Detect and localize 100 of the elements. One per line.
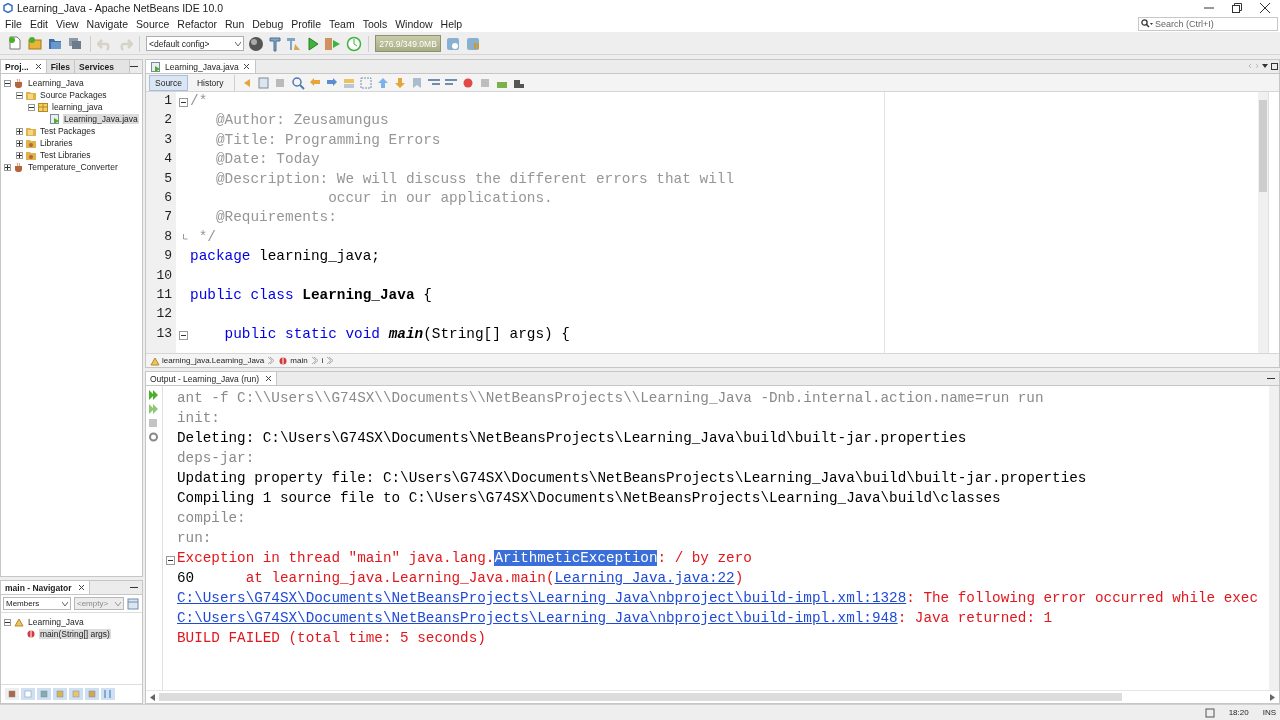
output-line: C:\Users\G74SX\Documents\NetBeansProjects\Learning_Java\nbproject\build-impl.xml:948: Java returned: 1 — [177, 610, 1054, 628]
expand-toggle[interactable] — [16, 91, 23, 99]
line-number: 1 — [163, 93, 173, 110]
expand-toggle[interactable] — [4, 163, 11, 171]
library-icon — [26, 150, 36, 160]
menu-item[interactable]: Tools — [359, 17, 393, 30]
menu-item[interactable]: Edit — [26, 17, 53, 30]
fold-icon[interactable] — [178, 330, 188, 340]
menu-item[interactable]: Debug — [249, 17, 289, 30]
panel-tab[interactable]: Proj... — [1, 60, 47, 73]
output-line: Compiling 1 source file to C:\Users\G74SX\Documents\NetBeansProjects\Learning_Java\build\classes — [177, 490, 1002, 508]
sort-icon[interactable] — [101, 688, 115, 700]
expand-toggle[interactable] — [4, 618, 11, 626]
tree-item[interactable]: Learning_Java — [27, 617, 85, 627]
output-tab[interactable]: Output - Learning_Java (run) — [146, 372, 278, 385]
expand-toggle[interactable] — [16, 151, 23, 159]
hammer-icon[interactable] — [268, 35, 282, 52]
cursor-position: 18:20 — [1228, 708, 1249, 717]
arrow-up-icon[interactable] — [376, 75, 391, 90]
code-line: @Requirements: — [214, 209, 338, 228]
menu-item[interactable]: Window — [392, 17, 438, 30]
run-icon[interactable] — [306, 35, 320, 52]
close-icon[interactable] — [34, 63, 42, 70]
menu-item[interactable]: Team — [326, 17, 360, 30]
tab-menu-icon[interactable] — [1249, 60, 1279, 72]
rerun-icon[interactable] — [148, 389, 159, 401]
plus-icon — [17, 128, 22, 134]
expand-toggle[interactable] — [16, 139, 23, 147]
new-project-icon[interactable] — [28, 35, 44, 52]
scroll-right-icon[interactable] — [1270, 693, 1275, 701]
window-icon[interactable] — [127, 597, 139, 610]
members-dropdown[interactable]: Members — [3, 597, 71, 610]
maximize-icon[interactable] — [1232, 2, 1242, 13]
rerun-icon[interactable] — [148, 403, 159, 415]
selection-icon[interactable] — [359, 75, 374, 90]
breadcrumb-item[interactable]: i — [321, 356, 324, 365]
hammer-broom-icon[interactable] — [286, 35, 302, 52]
scroll-left-icon[interactable] — [150, 693, 155, 701]
menu-item[interactable]: Profile — [288, 17, 326, 30]
stop-icon[interactable] — [148, 417, 159, 429]
config-dropdown[interactable]: <default config> — [146, 36, 244, 51]
coffee-cup-icon — [14, 162, 24, 172]
menu-item[interactable]: File — [2, 17, 27, 30]
globe-icon[interactable] — [248, 35, 264, 52]
folders-icon[interactable] — [68, 35, 84, 52]
tree-item[interactable]: Source Packages — [39, 90, 108, 100]
view-tab[interactable]: Source — [149, 74, 188, 91]
line-number: 3 — [163, 131, 173, 149]
arrow-down-icon[interactable] — [393, 75, 408, 90]
tree-item[interactable]: Temperature_Converter — [27, 162, 119, 172]
expand-toggle[interactable] — [16, 127, 23, 135]
search-field[interactable]: Search (Ctrl+I) — [1138, 16, 1278, 31]
expand-toggle[interactable] — [4, 79, 11, 87]
tree-item[interactable]: learning_java — [51, 102, 104, 112]
close-icon[interactable] — [77, 584, 85, 591]
fold-icon[interactable] — [165, 555, 175, 565]
editor-tab[interactable]: Learning_Java.java — [146, 60, 256, 73]
line-number: 11 — [155, 286, 173, 304]
navigator-tab[interactable]: main - Navigator — [1, 581, 90, 594]
close-tab-icon[interactable] — [242, 63, 250, 70]
breadcrumb-item[interactable]: learning_java.Learning_Java — [150, 355, 265, 366]
plus-icon — [17, 140, 22, 146]
square-icon[interactable] — [21, 688, 35, 700]
close-icon[interactable] — [1260, 2, 1270, 13]
profile-icon[interactable] — [346, 35, 362, 52]
tree-item[interactable]: Learning_Java.java — [63, 114, 139, 124]
close-icon[interactable] — [265, 375, 273, 382]
view-tab[interactable]: History — [190, 74, 230, 91]
document-icon[interactable] — [257, 75, 272, 90]
plus-icon — [5, 164, 10, 170]
line-number: 8 — [163, 228, 173, 246]
tree-item[interactable]: Libraries — [39, 138, 74, 148]
fold-icon[interactable] — [178, 98, 188, 108]
expand-toggle[interactable] — [28, 103, 35, 111]
panel-tab[interactable]: Files — [46, 60, 75, 73]
magnifier-icon[interactable] — [291, 75, 306, 90]
menu-item[interactable]: Navigate — [83, 17, 134, 30]
tree-item[interactable]: Learning_Java — [27, 78, 85, 88]
breadcrumb-item[interactable]: main — [278, 355, 308, 366]
vertical-scrollbar[interactable] — [1258, 92, 1268, 353]
pause-icon[interactable] — [465, 35, 481, 52]
code-line: @Description: We will discuss the different errors that will — [214, 170, 736, 189]
vertical-scrollbar[interactable] — [1269, 386, 1279, 690]
tree-item[interactable]: Test Libraries — [39, 150, 92, 160]
tree-item[interactable]: Test Packages — [39, 126, 97, 136]
menu-item[interactable]: View — [53, 17, 84, 30]
panel-tab[interactable]: Services — [75, 60, 130, 73]
tree-item[interactable]: main(String[] args) — [39, 629, 111, 639]
link[interactable]: C:\Users\G74SX\Documents\NetBeansProjects\Learning_Java\nbproject\build-impl.xml:1328 — [177, 590, 907, 606]
link[interactable]: Learning_Java.java:22 — [554, 570, 735, 586]
link[interactable]: C:\Users\G74SX\Documents\NetBeansProjects\Learning_Java\nbproject\build-impl.xml:948 — [177, 610, 898, 626]
menu-item[interactable]: Run — [222, 17, 250, 30]
menu-item[interactable]: Refactor — [174, 17, 222, 30]
menu-item[interactable]: Source — [133, 17, 175, 30]
new-file-icon[interactable] — [8, 35, 24, 52]
minus-icon — [5, 80, 10, 86]
line-number: 4 — [163, 151, 173, 169]
line-number: 12 — [155, 306, 173, 324]
debug-icon[interactable] — [324, 35, 342, 52]
menu-item[interactable]: Help — [437, 17, 468, 30]
